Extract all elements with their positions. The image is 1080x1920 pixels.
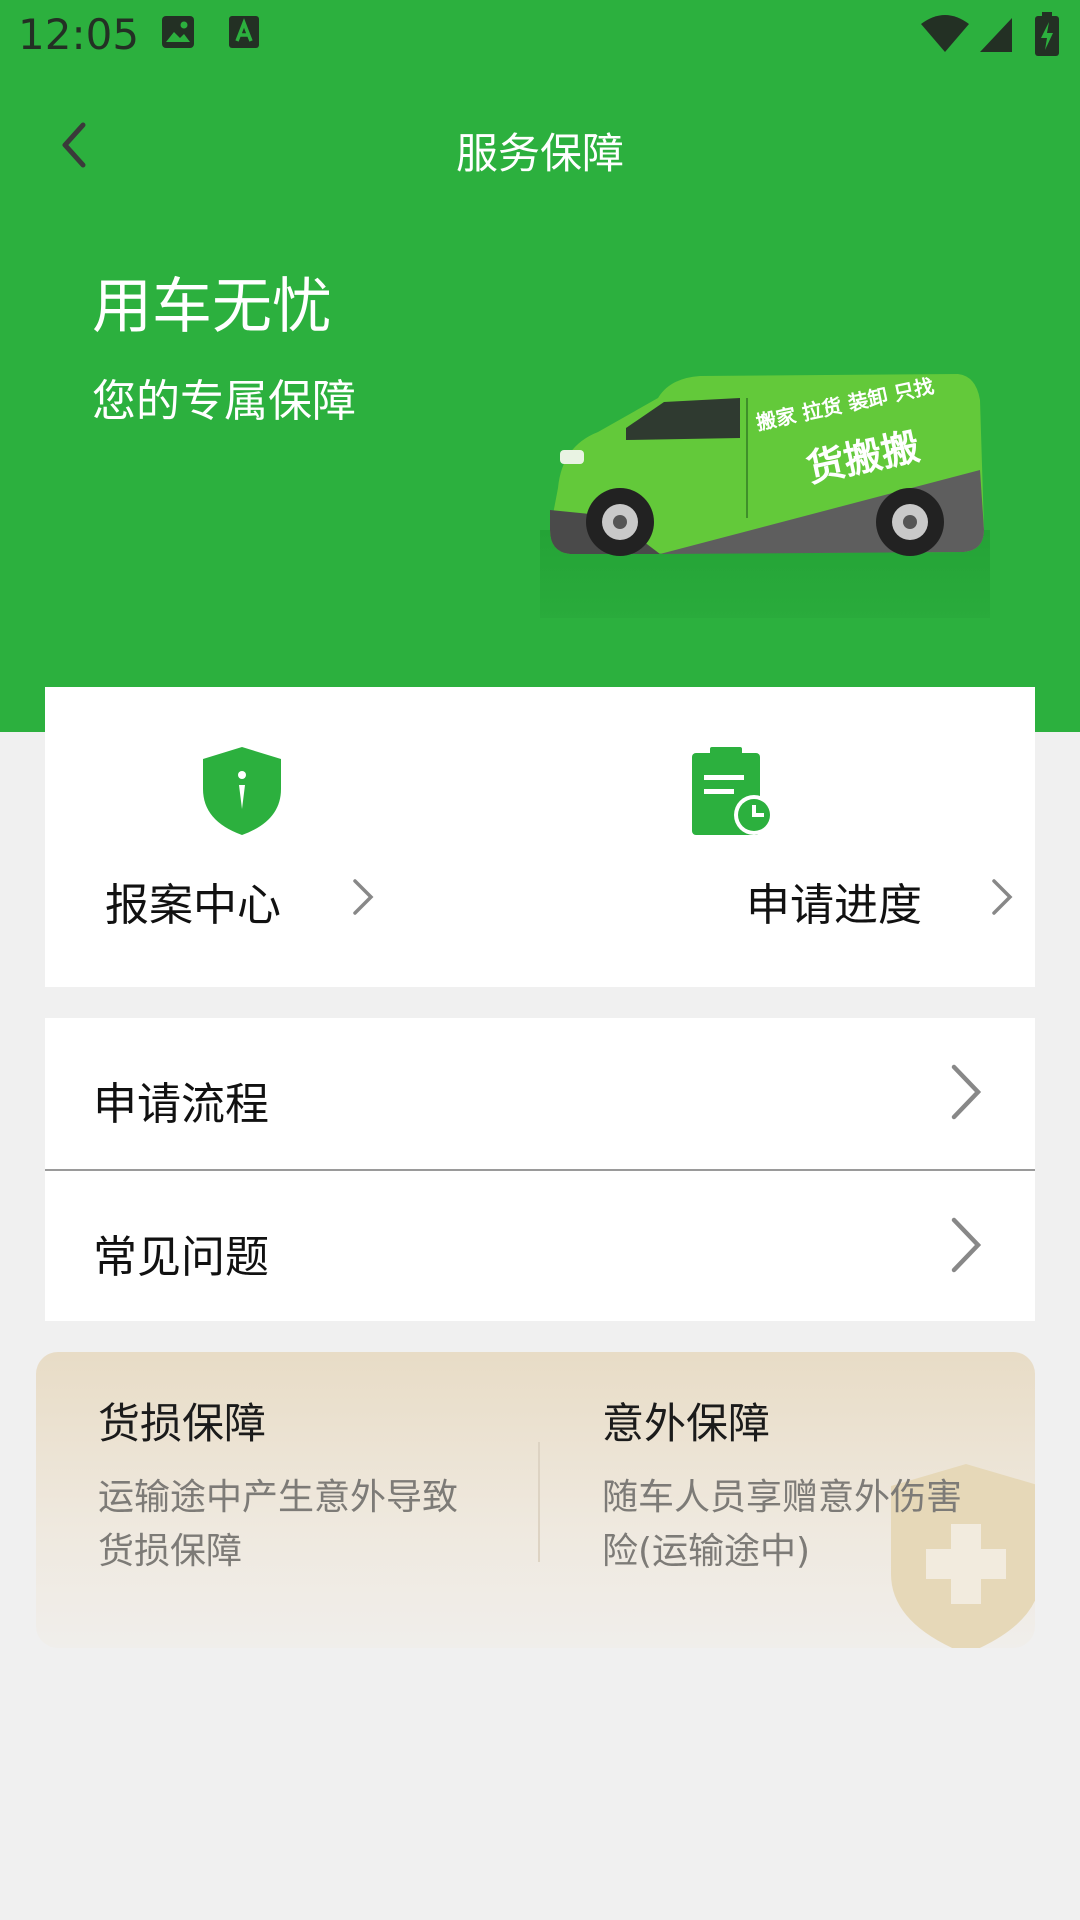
list-item-faq[interactable]: 常见问题	[45, 1171, 1035, 1322]
van-illustration: 搬家 拉货 装卸 只找 货搬搬	[540, 370, 990, 618]
accident-guarantee-title: 意外保障	[602, 1399, 771, 1448]
action-card: 报案中心 申请进度	[45, 687, 1035, 987]
status-bar: 12:05	[0, 0, 1080, 72]
battery-charging-icon	[1034, 12, 1060, 60]
wifi-icon	[920, 14, 970, 58]
text-notification-icon	[228, 14, 260, 54]
accident-guarantee-desc-line1: 随车人员享赠意外伤害	[602, 1477, 963, 1518]
image-notification-icon	[160, 14, 196, 54]
toolbar: 服务保障	[0, 80, 1080, 215]
cargo-guarantee-desc: 运输途中产生意外导致 货损保障	[98, 1471, 518, 1579]
accident-guarantee: 意外保障 随车人员享赠意外伤害 险(运输途中)	[602, 1390, 1022, 1579]
chevron-right-icon	[949, 1215, 983, 1279]
faq-label: 常见问题	[93, 1232, 269, 1283]
list-item-application-process[interactable]: 申请流程	[45, 1018, 1035, 1169]
application-progress-label: 申请进度	[746, 880, 922, 931]
application-progress-button[interactable]: 申请进度	[540, 687, 1035, 987]
cargo-guarantee-desc-line2: 货损保障	[98, 1531, 243, 1572]
hero-subtitle: 您的专属保障	[92, 376, 356, 427]
accident-guarantee-desc: 随车人员享赠意外伤害 险(运输途中)	[602, 1471, 1022, 1579]
cargo-guarantee-title: 货损保障	[98, 1399, 267, 1448]
menu-list: 申请流程 常见问题	[45, 1018, 1035, 1321]
shield-info-icon	[201, 745, 283, 841]
signal-icon	[978, 16, 1014, 58]
cargo-guarantee-desc-line1: 运输途中产生意外导致	[98, 1477, 459, 1518]
chevron-right-icon	[351, 877, 375, 921]
application-process-label: 申请流程	[93, 1079, 269, 1130]
guarantee-card[interactable]: 货损保障 运输途中产生意外导致 货损保障 意外保障 随车人员享赠意外伤害 险(运…	[36, 1352, 1035, 1648]
hero-title: 用车无忧	[92, 272, 332, 342]
chevron-right-icon	[990, 877, 1014, 921]
divider	[538, 1442, 540, 1562]
page-title: 服务保障	[455, 129, 624, 178]
accident-guarantee-desc-line2: 险(运输途中)	[602, 1531, 811, 1572]
chevron-right-icon	[949, 1062, 983, 1126]
status-time: 12:05	[18, 10, 140, 59]
report-center-label: 报案中心	[105, 880, 281, 931]
clipboard-clock-icon	[690, 745, 776, 841]
report-center-button[interactable]: 报案中心	[45, 687, 540, 987]
cargo-guarantee: 货损保障 运输途中产生意外导致 货损保障	[98, 1390, 518, 1579]
